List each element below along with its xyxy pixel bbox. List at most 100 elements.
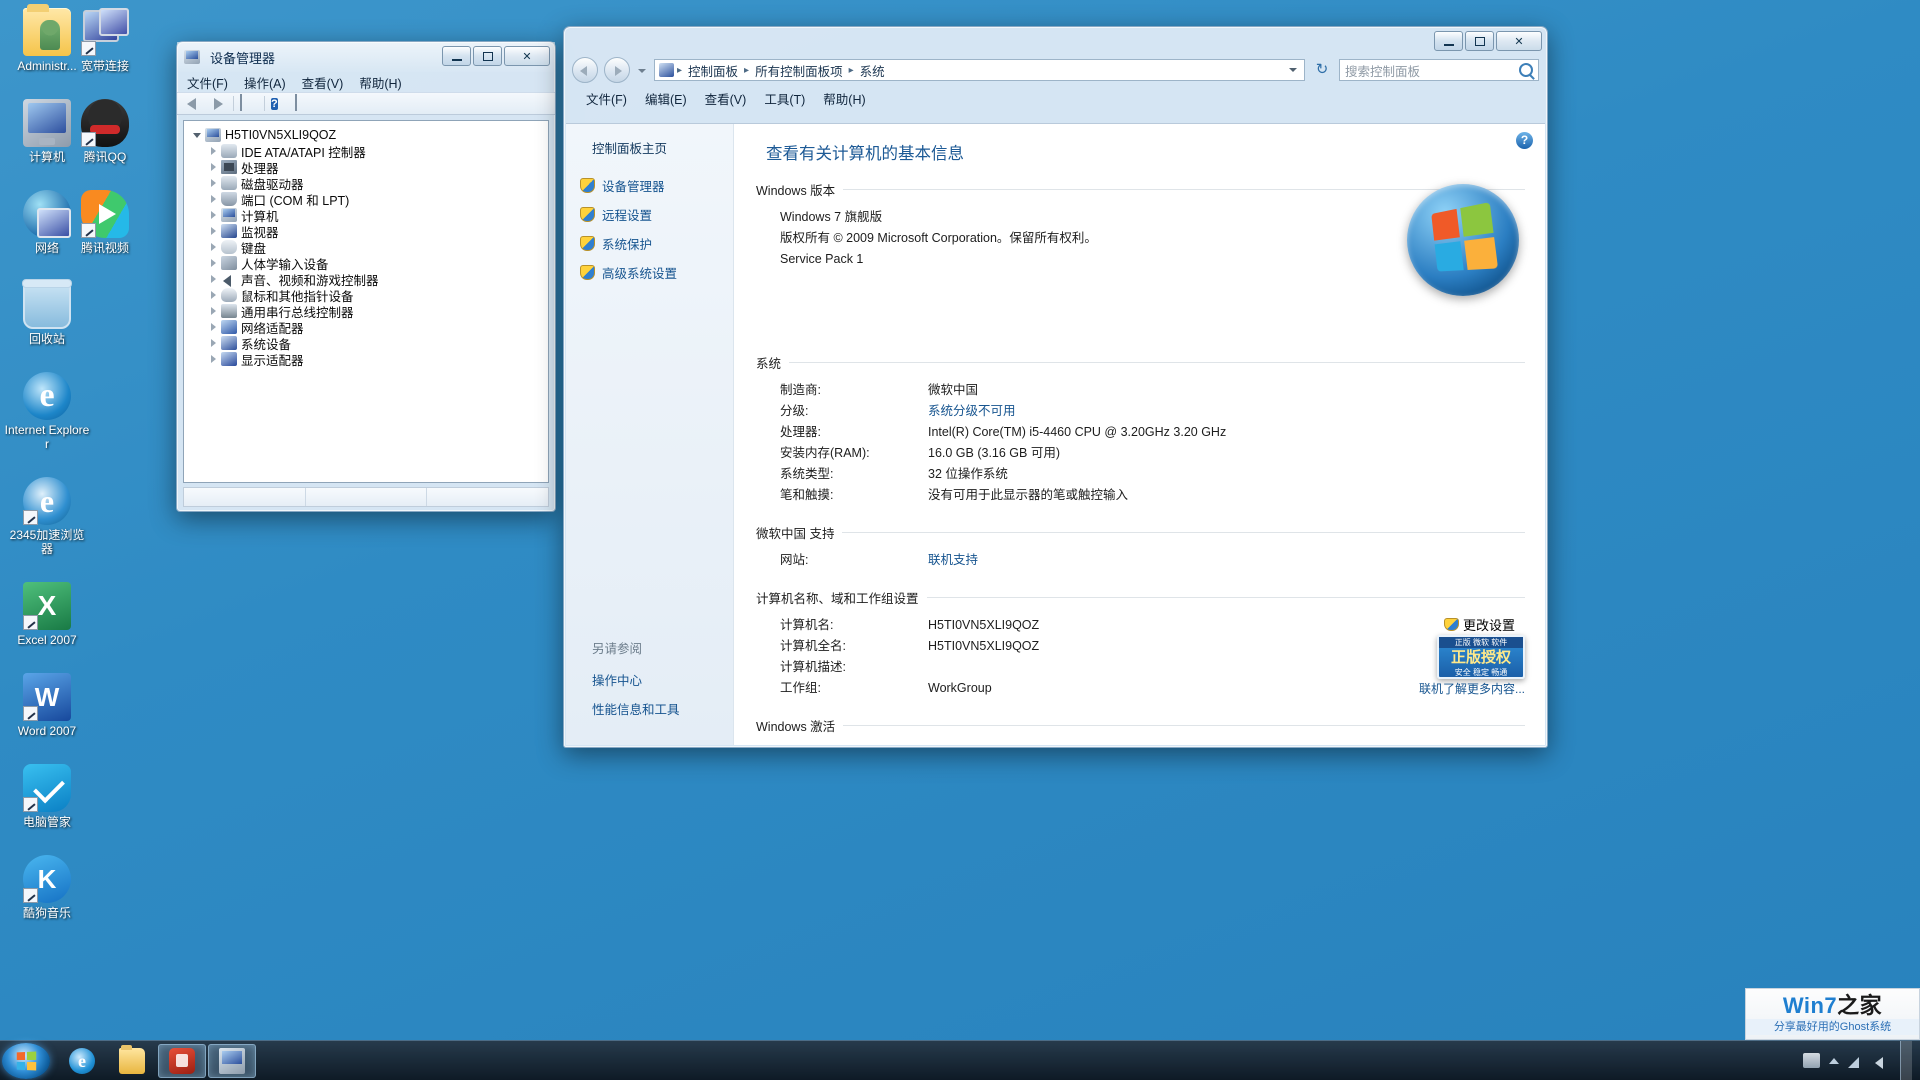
menu-item-file[interactable]: 文件(F): [187, 73, 228, 92]
expander-closed-icon[interactable]: [208, 209, 220, 221]
back-arrow-icon[interactable]: [185, 95, 203, 112]
expander-closed-icon[interactable]: [208, 225, 220, 237]
expander-closed-icon[interactable]: [208, 257, 220, 269]
expander-closed-icon[interactable]: [208, 353, 220, 365]
desktop-icon-column-2: 宽带连接 腾讯QQ 腾讯视频: [62, 8, 148, 281]
properties-icon[interactable]: [240, 94, 258, 112]
desktop-background[interactable]: Administr... 计算机 网络 回收站 Internet Explore…: [0, 0, 1920, 1080]
device-manager-window[interactable]: 设备管理器 ✕ 文件(F) 操作(A) 查看(V) 帮助(H) ? H5TI0V…: [176, 41, 556, 512]
desktop-icon-tencent-video[interactable]: 腾讯视频: [62, 190, 148, 255]
close-button[interactable]: ✕: [504, 46, 550, 66]
row-key: 分级:: [780, 404, 809, 418]
desktop-icon-broadband-connection[interactable]: 宽带连接: [62, 8, 148, 73]
sidebar-item-device-manager[interactable]: 设备管理器: [566, 171, 733, 200]
menu-item-view[interactable]: 查看(V): [705, 89, 747, 108]
search-placeholder: 搜索控制面板: [1345, 64, 1421, 79]
sidebar-item-performance-info[interactable]: 性能信息和工具: [580, 694, 733, 723]
recent-pages-dropdown-icon[interactable]: [636, 60, 648, 80]
network-icon[interactable]: [1848, 1053, 1865, 1068]
badge-line-3: 安全 稳定 畅通: [1454, 668, 1508, 677]
show-hidden-icons-icon[interactable]: [1829, 1057, 1839, 1064]
back-button[interactable]: [572, 57, 598, 83]
menu-item-edit[interactable]: 编辑(E): [645, 89, 687, 108]
desktop-icon-excel-2007[interactable]: Excel 2007: [4, 582, 90, 647]
row-value-link[interactable]: 联机支持: [928, 550, 978, 570]
menu-item-action[interactable]: 操作(A): [244, 73, 286, 92]
search-input[interactable]: 搜索控制面板: [1339, 59, 1539, 81]
desktop-icon-kugou-music[interactable]: 酷狗音乐: [4, 855, 90, 920]
menu-item-help[interactable]: 帮助(H): [359, 73, 401, 92]
watermark-brand: Win7之家: [1746, 993, 1919, 1019]
volume-icon[interactable]: [1874, 1053, 1891, 1069]
learn-more-online-link[interactable]: 联机了解更多内容...: [1419, 680, 1525, 697]
menu-item-help[interactable]: 帮助(H): [823, 89, 865, 108]
expander-closed-icon[interactable]: [208, 241, 220, 253]
taskbar-item-windows-explorer[interactable]: [108, 1044, 156, 1078]
expander-closed-icon[interactable]: [208, 305, 220, 317]
desktop-icon-label: 网络: [34, 241, 59, 255]
maximize-button[interactable]: [473, 46, 502, 66]
system-control-panel-window[interactable]: ✕ ▸ 控制面板 ▸ 所有控制面板项 ▸ 系统 ↻ 搜索控制面板 文件(F) 编…: [563, 26, 1548, 748]
expander-closed-icon[interactable]: [208, 273, 220, 285]
expander-closed-icon[interactable]: [208, 145, 220, 157]
help-icon[interactable]: ?: [271, 95, 289, 112]
row-value-link[interactable]: 系统分级不可用: [928, 401, 1016, 421]
scan-hardware-icon[interactable]: [295, 94, 313, 112]
breadcrumb-separator[interactable]: ▸: [849, 65, 854, 76]
row-value: 没有可用于此显示器的笔或触控输入: [928, 488, 1129, 502]
desktop-icon-tencent-qq[interactable]: 腾讯QQ: [62, 99, 148, 164]
device-tree-panel[interactable]: H5TI0VN5XLI9QOZ IDE ATA/ATAPI 控制器 处理器 磁盘…: [183, 120, 549, 483]
breadcrumb-separator[interactable]: ▸: [744, 65, 749, 76]
taskbar-item-app[interactable]: [158, 1043, 206, 1078]
expander-open-icon[interactable]: [192, 129, 204, 141]
taskbar-item-internet-explorer[interactable]: [58, 1044, 106, 1078]
refresh-button[interactable]: ↻: [1311, 59, 1333, 81]
start-button[interactable]: [2, 1042, 50, 1079]
sidebar-item-advanced-system-settings[interactable]: 高级系统设置: [566, 258, 733, 287]
desktop-icon-recycle-bin[interactable]: 回收站: [4, 279, 90, 346]
sidebar-item-action-center[interactable]: 操作中心: [580, 665, 733, 694]
desktop-icon-pc-manager[interactable]: 电脑管家: [4, 764, 90, 829]
sidebar-item-control-panel-home[interactable]: 控制面板主页: [566, 138, 733, 171]
breadcrumb-separator[interactable]: ▸: [677, 65, 682, 76]
system-window-title-bar[interactable]: ✕: [564, 27, 1547, 53]
group-header-computer-name: 计算机名称、域和工作组设置: [756, 588, 1525, 607]
close-button[interactable]: ✕: [1496, 31, 1542, 51]
desktop-icon-word-2007[interactable]: Word 2007: [4, 673, 90, 738]
taskbar-buttons: [58, 1043, 256, 1078]
maximize-button[interactable]: [1465, 31, 1494, 51]
menu-item-tools[interactable]: 工具(T): [764, 89, 805, 108]
menu-item-file[interactable]: 文件(F): [586, 89, 627, 108]
breadcrumb-all-items[interactable]: 所有控制面板项: [752, 60, 846, 81]
sidebar-item-remote-settings[interactable]: 远程设置: [566, 200, 733, 229]
show-desktop-button[interactable]: [1900, 1040, 1912, 1080]
group-rule: [926, 597, 1525, 598]
tree-node-display-adapters[interactable]: 显示适配器: [188, 351, 544, 368]
expander-closed-icon[interactable]: [208, 337, 220, 349]
breadcrumb-control-panel[interactable]: 控制面板: [685, 60, 741, 81]
expander-closed-icon[interactable]: [208, 289, 220, 301]
minimize-button[interactable]: [1434, 31, 1463, 51]
row-workgroup: 工作组: WorkGroup: [780, 678, 1525, 698]
help-icon[interactable]: ?: [1516, 132, 1533, 149]
desktop-icon-2345-browser[interactable]: 2345加速浏览器: [4, 477, 90, 556]
row-key: 系统类型:: [780, 467, 834, 481]
search-icon: [1519, 63, 1533, 77]
expander-closed-icon[interactable]: [208, 161, 220, 173]
menu-item-view[interactable]: 查看(V): [302, 73, 344, 92]
expander-closed-icon[interactable]: [208, 193, 220, 205]
forward-arrow-icon[interactable]: [209, 95, 227, 112]
expander-closed-icon[interactable]: [208, 177, 220, 189]
forward-button[interactable]: [604, 57, 630, 83]
breadcrumb-system[interactable]: 系统: [857, 60, 888, 81]
address-bar[interactable]: ▸ 控制面板 ▸ 所有控制面板项 ▸ 系统: [654, 59, 1305, 81]
taskbar-item-device-manager[interactable]: [208, 1043, 256, 1078]
desktop-icon-internet-explorer[interactable]: Internet Explorer: [4, 372, 90, 451]
sidebar-item-system-protection[interactable]: 系统保护: [566, 229, 733, 258]
expander-closed-icon[interactable]: [208, 321, 220, 333]
device-manager-title-bar[interactable]: 设备管理器 ✕: [177, 42, 555, 72]
change-settings-button[interactable]: 更改设置: [1443, 615, 1515, 634]
minimize-button[interactable]: [442, 46, 471, 66]
keyboard-icon[interactable]: [1803, 1053, 1820, 1068]
row-computer-name: 计算机名: H5TI0VN5XLI9QOZ: [780, 615, 1525, 635]
